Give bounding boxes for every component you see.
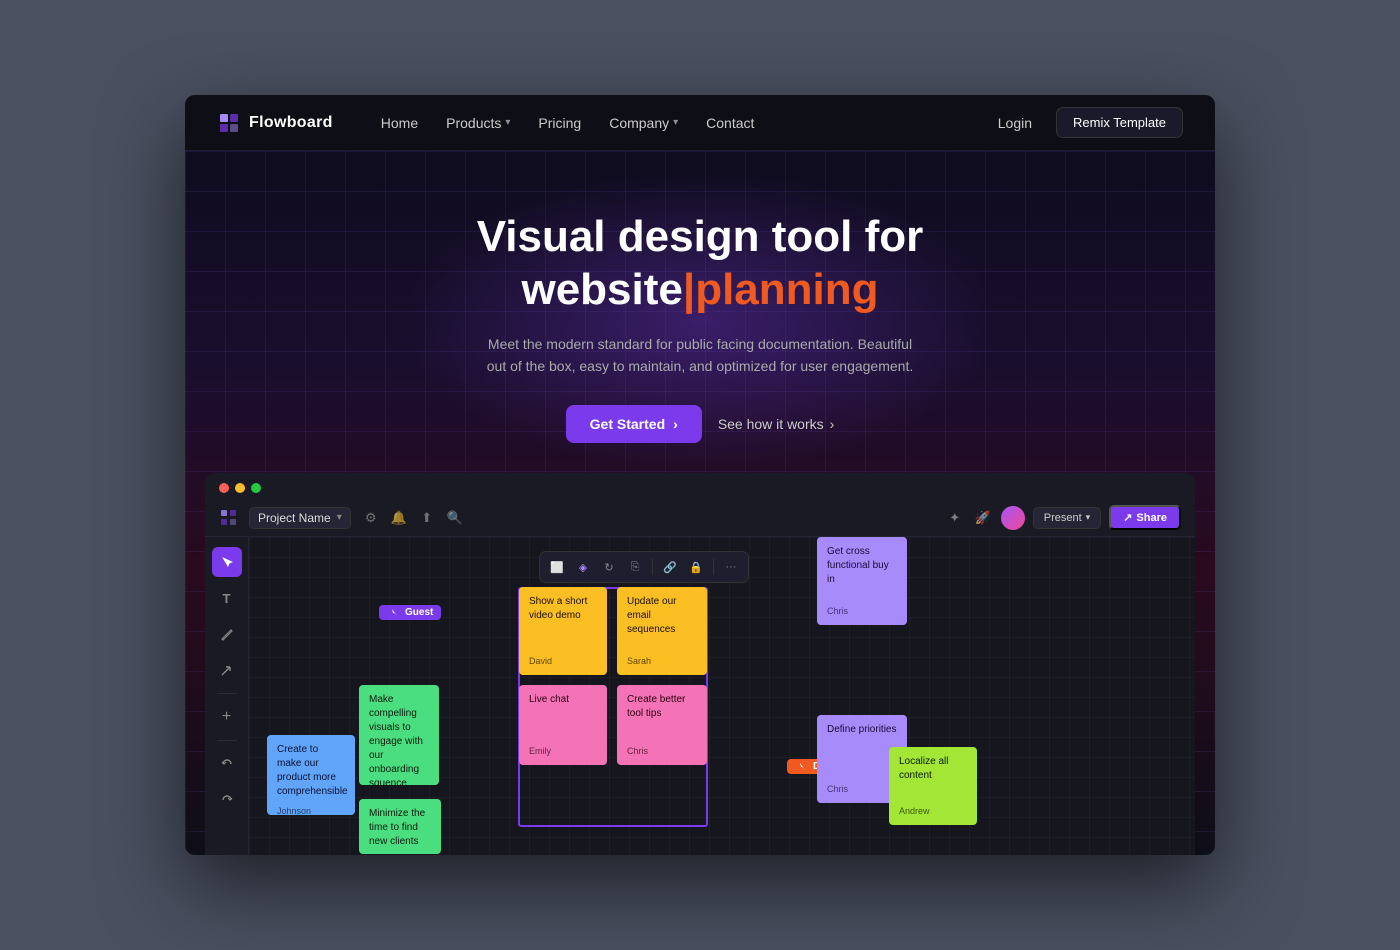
tools-separator [217,693,237,694]
text-tool[interactable]: T [212,583,242,613]
sticky-note-s8[interactable]: Get cross functional buy in Chris [817,537,907,625]
logo-icon [217,111,241,135]
arrow-right-icon: › [673,416,678,432]
project-name-input[interactable]: Project Name ▾ [249,507,351,529]
sticky-note-s1[interactable]: Show a short video demo David [519,587,607,675]
app-mock: Project Name ▾ ⚙ 🔔 ⬆ 🔍 ✦ 🚀 Present ▾ [205,473,1195,855]
toolbar-icons: ⚙ 🔔 ⬆ 🔍 [361,508,465,528]
nav-item-contact[interactable]: Contact [694,109,766,137]
nav-links: Home Products ▾ Pricing Company ▾ Contac… [369,109,986,137]
hero-title: Visual design tool for website|planning [225,211,1175,317]
canvas[interactable]: ⬜ ◈ ↻ ⎘ 🔗 🔒 ··· Guest [249,537,1195,855]
bell-icon[interactable]: 🔔 [389,508,409,528]
share-icon: ↗ [1123,511,1132,524]
nav-item-home[interactable]: Home [369,109,430,137]
toolbar-right: ✦ 🚀 Present ▾ ↗ Share [945,505,1181,530]
nav-item-pricing[interactable]: Pricing [526,109,593,137]
sticky-note-s7[interactable]: Minimize the time to find new clients [359,799,441,854]
nav-actions: Login Remix Template [986,107,1183,138]
sticky-note-s5[interactable]: Make compelling visuals to engage with o… [359,685,439,785]
remix-template-button[interactable]: Remix Template [1056,107,1183,138]
share-button[interactable]: ↗ Share [1109,505,1181,530]
app-logo-icon [219,508,239,528]
frame-sel-icon[interactable]: ⬜ [546,556,568,578]
redo-tool[interactable] [212,785,242,815]
login-button[interactable]: Login [986,109,1044,137]
copy-sel-icon[interactable]: ⎘ [624,556,646,578]
app-toolbar: Project Name ▾ ⚙ 🔔 ⬆ 🔍 ✦ 🚀 Present ▾ [205,499,1195,537]
more-sel-icon[interactable]: ··· [720,556,742,578]
avatar[interactable] [1001,506,1025,530]
arrow-tool[interactable] [212,655,242,685]
component-sel-icon[interactable]: ◈ [572,556,594,578]
logo-text: Flowboard [249,114,333,132]
hero-subtitle: Meet the modern standard for public faci… [480,333,920,378]
tools-separator-2 [217,740,237,741]
sticky-note-s3[interactable]: Live chat Emily [519,685,607,765]
tools-panel: T + [205,537,249,855]
undo-tool[interactable] [212,749,242,779]
selection-toolbar: ⬜ ◈ ↻ ⎘ 🔗 🔒 ··· [539,551,749,583]
add-tool[interactable]: + [212,702,242,732]
rocket-icon[interactable]: 🚀 [973,508,993,528]
sticky-note-s10[interactable]: Localize all content Andrew [889,747,977,825]
hero-section: Visual design tool for website|planning … [185,151,1215,855]
close-dot[interactable] [219,483,229,493]
present-button[interactable]: Present ▾ [1033,507,1101,529]
wand-icon[interactable]: ✦ [945,508,965,528]
logo-area[interactable]: Flowboard [217,111,333,135]
chevron-down-icon: ▾ [1086,512,1091,523]
nav-item-products[interactable]: Products ▾ [434,109,522,137]
traffic-lights [205,473,1195,499]
cursor-guest: Guest [379,605,441,620]
sel-divider [652,559,653,575]
sel-divider-2 [713,559,714,575]
browser-window: Flowboard Home Products ▾ Pricing Compan… [185,95,1215,855]
rotate-sel-icon[interactable]: ↻ [598,556,620,578]
chevron-right-icon: › [830,416,835,432]
company-chevron-icon: ▾ [673,117,678,128]
canvas-area: T + [205,537,1195,855]
lock-sel-icon[interactable]: 🔒 [685,556,707,578]
hero-content: Visual design tool for website|planning … [185,151,1215,473]
sticky-note-s6[interactable]: Create to make our product more comprehe… [267,735,355,815]
get-started-button[interactable]: Get Started › [566,405,702,443]
upload-icon[interactable]: ⬆ [417,508,437,528]
nav-item-company[interactable]: Company ▾ [597,109,690,137]
navbar: Flowboard Home Products ▾ Pricing Compan… [185,95,1215,151]
products-chevron-icon: ▾ [505,117,510,128]
minimize-dot[interactable] [235,483,245,493]
search-icon[interactable]: 🔍 [445,508,465,528]
cursor-tool[interactable] [212,547,242,577]
hero-buttons: Get Started › See how it works › [225,405,1175,443]
sticky-note-s2[interactable]: Update our email sequences Sarah [617,587,707,675]
dropdown-arrow-icon: ▾ [337,512,342,523]
see-how-button[interactable]: See how it works › [718,416,835,432]
maximize-dot[interactable] [251,483,261,493]
pen-tool[interactable] [212,619,242,649]
link-sel-icon[interactable]: 🔗 [659,556,681,578]
sticky-note-s4[interactable]: Create better tool tips Chris [617,685,707,765]
settings-icon[interactable]: ⚙ [361,508,381,528]
